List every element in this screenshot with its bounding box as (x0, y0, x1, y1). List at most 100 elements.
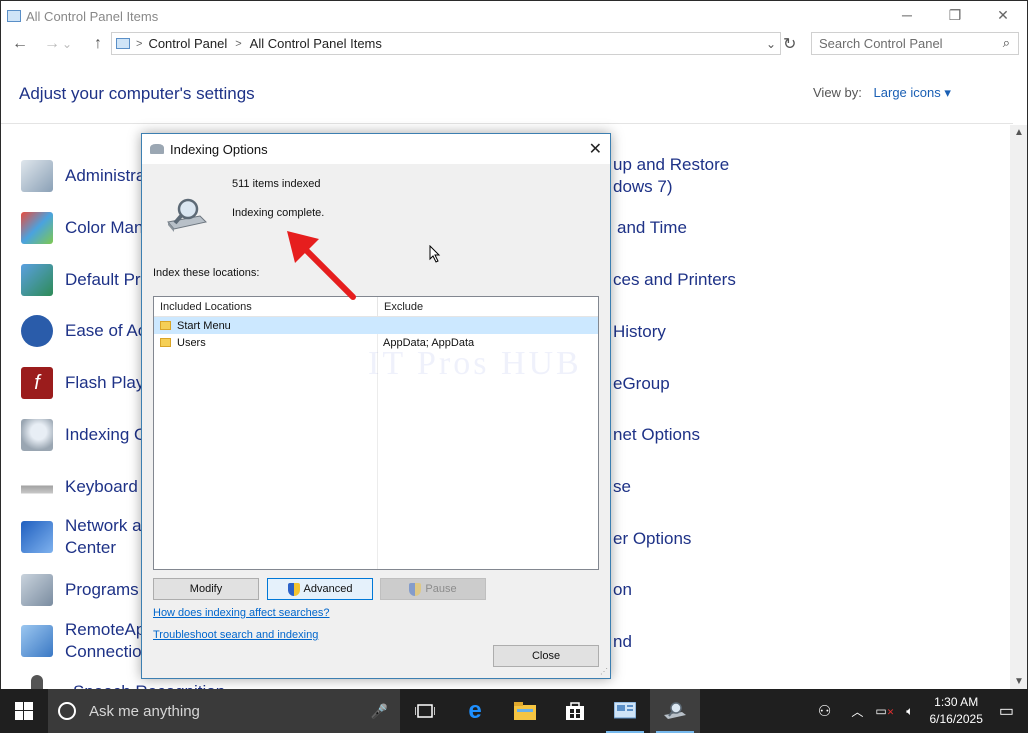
cortana-search-box[interactable]: Ask me anything 🎤 (48, 689, 400, 733)
cp-item-date-time[interactable]: and Time (617, 217, 687, 239)
people-icon[interactable]: ⚇ (818, 702, 831, 720)
cp-item-label: Administra (65, 166, 146, 185)
task-view-button[interactable] (400, 689, 450, 733)
network-disconnected-icon[interactable]: ▭✕ (875, 704, 894, 718)
folder-icon (160, 338, 171, 347)
vertical-scrollbar[interactable]: ▲ ▼ (1010, 125, 1027, 689)
search-input[interactable]: Search Control Panel ⌕ (811, 32, 1019, 55)
search-icon[interactable]: ⌕ (1003, 35, 1010, 51)
close-window-button[interactable]: ✕ (979, 1, 1027, 29)
cp-item-power-options[interactable]: er Options (613, 528, 691, 550)
cp-item-internet-options[interactable]: net Options (613, 424, 700, 446)
store-taskbar-button[interactable] (550, 689, 600, 733)
cp-item-label-line1: RemoteAp (65, 620, 146, 639)
cp-item-default-programs[interactable]: Default Pro (21, 264, 150, 296)
cp-item-label: Speech Recognition (73, 681, 225, 689)
cortana-icon (58, 702, 76, 720)
how-indexing-affects-link[interactable]: How does indexing affect searches? (153, 607, 330, 619)
advanced-button[interactable]: Advanced (267, 578, 373, 600)
recent-locations-dropdown[interactable]: ⌄ (59, 37, 75, 51)
cp-item-color-management[interactable]: Color Mana (21, 212, 153, 244)
flash-player-icon: f (21, 367, 53, 399)
view-by-dropdown[interactable]: Large icons ▾ (874, 85, 951, 100)
breadcrumb-all-items[interactable]: All Control Panel Items (250, 36, 382, 51)
cp-item-backup-restore[interactable]: up and Restore dows 7) (613, 154, 729, 198)
cp-item-programs-features[interactable]: Programs a (21, 574, 153, 606)
cp-item-keyboard[interactable]: Keyboard (21, 471, 138, 503)
up-button[interactable]: ↑ (84, 35, 112, 53)
store-icon (566, 702, 584, 720)
cp-item-label: Network ar Center (65, 515, 147, 559)
chevron-up-icon[interactable]: ︿ (851, 703, 863, 720)
taskbar: Ask me anything 🎤 e ⚇ ︿ ▭✕ 🔈︎ 1:30 AM 6/… (0, 689, 1028, 733)
advanced-label: Advanced (303, 583, 353, 595)
column-exclude[interactable]: Exclude (378, 297, 429, 316)
cp-item-label-line2: Center (65, 538, 117, 557)
cp-item-indexing-options[interactable]: Indexing O (21, 419, 147, 451)
cp-item-flash-player[interactable]: f Flash Playe (21, 367, 154, 399)
breadcrumb-control-panel[interactable]: Control Panel (148, 36, 227, 51)
cp-item-network-sharing[interactable]: Network ar Center (21, 515, 147, 559)
indexing-options-dialog: Indexing Options ✕ 511 items indexed Ind… (141, 133, 611, 679)
cp-item-sound[interactable]: nd (613, 631, 632, 653)
red-arrow-annotation (287, 231, 356, 300)
items-indexed-count: 511 items indexed (232, 178, 321, 190)
cortana-placeholder: Ask me anything (89, 702, 200, 720)
troubleshoot-link[interactable]: Troubleshoot search and indexing (153, 629, 318, 641)
folder-icon (160, 321, 171, 330)
location-name: Start Menu (177, 319, 231, 332)
keyboard-icon (21, 471, 53, 503)
cp-item-mouse[interactable]: se (613, 476, 631, 498)
cp-item-remoteapp[interactable]: RemoteAp Connection (21, 619, 151, 663)
modify-button[interactable]: Modify (153, 578, 259, 600)
scroll-up-icon[interactable]: ▲ (1014, 127, 1024, 138)
indexing-options-icon (21, 419, 53, 451)
microphone-icon[interactable]: 🎤 (371, 703, 388, 720)
list-item[interactable]: Start Menu (154, 317, 598, 334)
clock[interactable]: 1:30 AM 6/16/2025 (929, 694, 982, 728)
cp-item-ease-of-access[interactable]: Ease of Acc (21, 315, 155, 347)
color-management-icon (21, 212, 53, 244)
ease-of-access-icon (21, 315, 53, 347)
indexing-icon (664, 702, 686, 719)
cp-item-file-history[interactable]: History (613, 321, 666, 343)
scroll-down-icon[interactable]: ▼ (1014, 676, 1024, 687)
minimize-button[interactable]: ─ (883, 1, 931, 29)
address-bar[interactable]: > Control Panel > All Control Panel Item… (111, 32, 781, 55)
refresh-icon[interactable]: ↻ (783, 34, 796, 54)
start-button[interactable] (0, 689, 48, 733)
indexing-options-taskbar-button[interactable] (650, 689, 700, 733)
dialog-titlebar: Indexing Options (142, 134, 610, 164)
restore-button[interactable]: ❐ (931, 1, 979, 29)
control-panel-taskbar-button[interactable] (600, 689, 650, 733)
resize-grip-icon[interactable]: ⋰ (600, 667, 608, 676)
close-button[interactable]: Close (493, 645, 599, 667)
pause-label: Pause (425, 583, 457, 595)
indexing-status: Indexing complete. (232, 207, 325, 219)
volume-icon[interactable]: 🔈︎ (906, 704, 913, 719)
chevron-down-icon[interactable]: ⌄ (766, 37, 776, 51)
navigation-bar: ← → ⌄ ↑ > Control Panel > All Control Pa… (1, 32, 1027, 56)
file-explorer-taskbar-button[interactable] (500, 689, 550, 733)
network-icon (21, 521, 53, 553)
cp-item-administrative-tools[interactable]: Administra (21, 160, 145, 192)
dialog-title: Indexing Options (170, 141, 268, 157)
view-by-label: View by: (813, 85, 862, 100)
default-programs-icon (21, 264, 53, 296)
system-tray: ⚇ ︿ ▭✕ 🔈︎ 1:30 AM 6/16/2025 ▭ (812, 689, 1028, 733)
cp-item-homegroup[interactable]: eGroup (613, 373, 670, 395)
cp-item-region[interactable]: on (613, 579, 632, 601)
notifications-icon[interactable]: ▭ (999, 701, 1014, 721)
pause-button[interactable]: Pause (380, 578, 486, 600)
location-cell: Users (154, 337, 378, 349)
cp-item-label: RemoteAp Connection (65, 619, 151, 663)
edge-taskbar-button[interactable]: e (450, 689, 500, 733)
cp-item-devices-printers[interactable]: ces and Printers (613, 269, 736, 291)
cp-item-label-line2: dows 7) (613, 177, 673, 196)
included-locations-list[interactable]: Included Locations Exclude Start Menu Us… (153, 296, 599, 570)
back-button[interactable]: ← (6, 35, 34, 53)
cp-item-label-line1: Network ar (65, 516, 148, 535)
breadcrumb-sep: > (136, 37, 143, 50)
dialog-close-button[interactable]: ✕ (589, 139, 602, 159)
location-cell: Start Menu (154, 320, 378, 332)
